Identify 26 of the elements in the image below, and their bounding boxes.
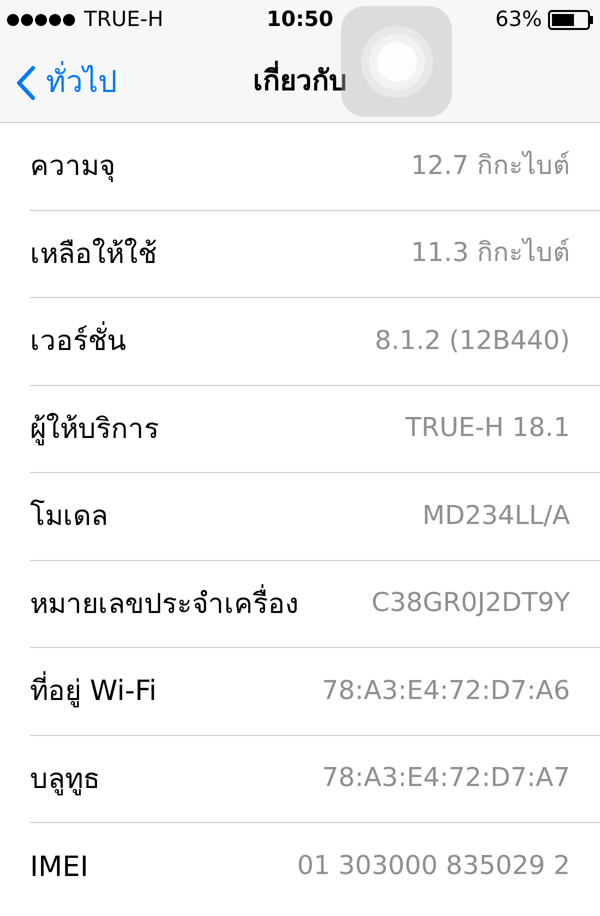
row-value: 01 303000 835029 2 <box>297 850 570 884</box>
row-value: 8.1.2 (12B440) <box>374 324 570 358</box>
status-time: 10:50 <box>266 6 334 34</box>
signal-strength-icon <box>6 13 76 27</box>
row-label: IMEI <box>30 848 88 885</box>
back-button[interactable]: ทั่วไป <box>16 60 117 105</box>
row-label: ความจุ <box>30 148 115 184</box>
row-label: เวอร์ชั่น <box>30 320 126 362</box>
row-label: หมายเลขประจำเครื่อง <box>30 582 299 625</box>
row-label: โมเดล <box>30 498 108 534</box>
row-value: 78:A3:E4:72:D7:A7 <box>322 762 570 796</box>
row-value: TRUE-H 18.1 <box>406 412 570 446</box>
row-label: ผู้ให้บริการ <box>30 410 159 448</box>
page-title: เกี่ยวกับ <box>253 60 347 102</box>
carrier-name: TRUE-H <box>84 6 164 34</box>
row-label: บลูทูธ <box>30 760 100 798</box>
chevron-left-icon <box>16 66 36 100</box>
row-value: 78:A3:E4:72:D7:A6 <box>322 674 570 708</box>
battery-percentage: 63% <box>495 6 542 34</box>
row-value: C38GR0J2DT9Y <box>371 587 570 620</box>
battery-icon <box>548 10 594 30</box>
row-label: เหลือให้ใช้ <box>30 236 157 272</box>
row-label: ที่อยู่ Wi-Fi <box>30 670 157 712</box>
row-value: 11.3 กิกะไบต์ <box>410 236 570 270</box>
row-value: 12.7 กิกะไบต์ <box>410 150 570 183</box>
row-value: MD234LL/A <box>422 500 570 533</box>
